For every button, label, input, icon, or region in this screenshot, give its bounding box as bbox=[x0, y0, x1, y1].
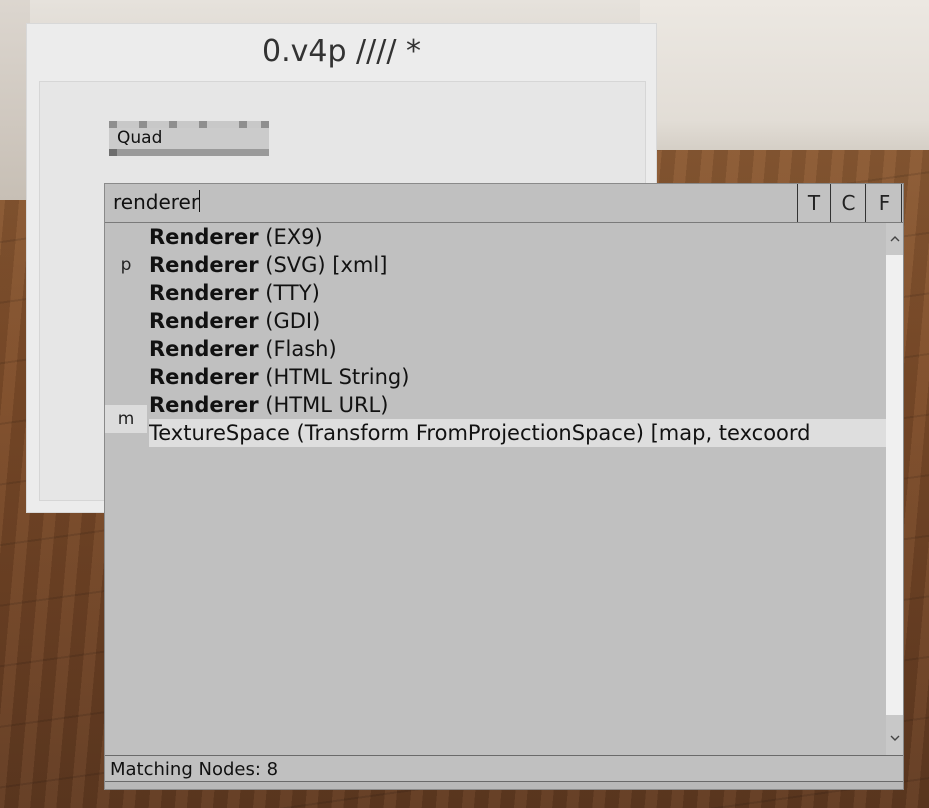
filter-button-f[interactable]: F bbox=[868, 184, 902, 222]
result-row[interactable]: Renderer (EX9) bbox=[149, 223, 886, 251]
scrollbar-track[interactable] bbox=[886, 255, 903, 715]
status-bar: Matching Nodes: 8 bbox=[105, 755, 903, 782]
quad-node[interactable]: Quad bbox=[109, 121, 269, 157]
quad-input-pins bbox=[109, 121, 269, 128]
results-list: p m Renderer (EX9) Renderer (SVG) [xml] … bbox=[105, 223, 903, 755]
search-input[interactable]: renderer bbox=[113, 187, 793, 217]
result-detail: (HTML URL) bbox=[258, 393, 389, 417]
input-pin[interactable] bbox=[139, 121, 147, 128]
chevron-up-icon[interactable] bbox=[886, 223, 903, 255]
result-match: Renderer bbox=[149, 281, 259, 305]
browser-bottom-edge bbox=[105, 782, 903, 789]
search-query: renderer bbox=[113, 190, 200, 214]
result-match: Renderer bbox=[149, 365, 259, 389]
quad-output-pins bbox=[109, 149, 269, 156]
patch-title: 0.v4p //// * bbox=[261, 34, 421, 69]
result-row[interactable]: Renderer (Flash) bbox=[149, 335, 886, 363]
tag-column: p m bbox=[105, 223, 147, 755]
result-detail: (HTML String) bbox=[258, 365, 410, 389]
text-caret bbox=[199, 190, 201, 212]
result-detail: (GDI) bbox=[258, 309, 321, 333]
result-detail: TextureSpace (Transform FromProjectionSp… bbox=[149, 421, 811, 445]
result-row[interactable]: Renderer (SVG) [xml] bbox=[149, 251, 886, 279]
quad-node-label: Quad bbox=[109, 128, 269, 149]
result-match: Renderer bbox=[149, 253, 259, 277]
input-pin[interactable] bbox=[109, 121, 117, 128]
result-tag: m bbox=[105, 405, 147, 433]
input-pin[interactable] bbox=[199, 121, 207, 128]
input-pin[interactable] bbox=[239, 121, 247, 128]
filter-button-c[interactable]: C bbox=[832, 184, 866, 222]
node-browser: renderer T C F p m Renderer (EX9) Render… bbox=[104, 183, 904, 790]
results-scrollbar[interactable] bbox=[886, 223, 903, 755]
result-detail: (Flash) bbox=[258, 337, 337, 361]
result-tag: p bbox=[120, 255, 132, 275]
result-detail: (TTY) bbox=[258, 281, 320, 305]
result-match: Renderer bbox=[149, 337, 259, 361]
result-row-selected[interactable]: TextureSpace (Transform FromProjectionSp… bbox=[149, 419, 886, 447]
result-match: Renderer bbox=[149, 393, 259, 417]
chevron-down-icon[interactable] bbox=[886, 723, 903, 755]
input-pin[interactable] bbox=[169, 121, 177, 128]
result-row[interactable]: Renderer (HTML String) bbox=[149, 363, 886, 391]
result-match: Renderer bbox=[149, 225, 259, 249]
result-match: Renderer bbox=[149, 309, 259, 333]
result-detail: (EX9) bbox=[258, 225, 323, 249]
result-row[interactable]: Renderer (TTY) bbox=[149, 279, 886, 307]
input-pin[interactable] bbox=[261, 121, 269, 128]
result-row[interactable]: Renderer (HTML URL) bbox=[149, 391, 886, 419]
background-baseboard bbox=[640, 0, 929, 150]
output-pin[interactable] bbox=[109, 149, 117, 156]
node-browser-search-bar: renderer T C F bbox=[105, 184, 903, 223]
result-detail: (SVG) [xml] bbox=[258, 253, 388, 277]
filter-button-t[interactable]: T bbox=[797, 184, 831, 222]
result-row[interactable]: Renderer (GDI) bbox=[149, 307, 886, 335]
